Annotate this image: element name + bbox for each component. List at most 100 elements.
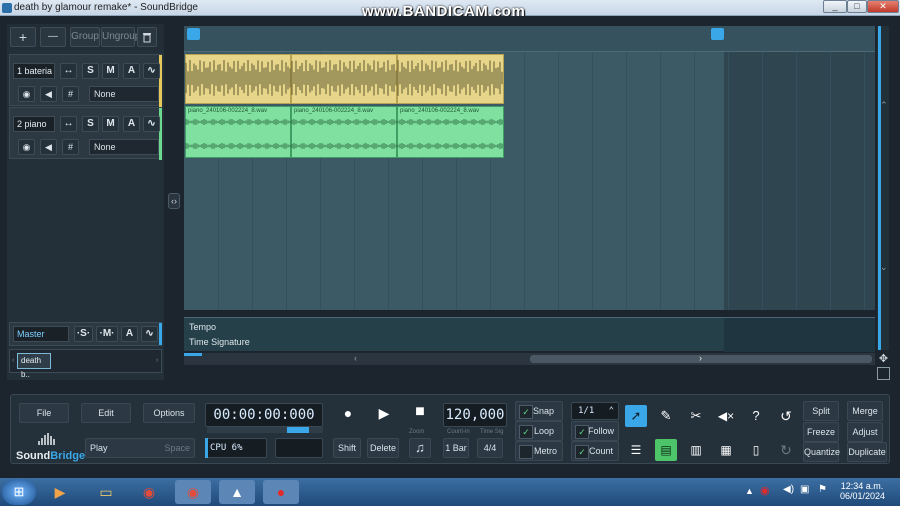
action-center-icon[interactable]: ⚑ — [818, 484, 827, 495]
loop-toggle[interactable]: ✓ Loop — [515, 421, 563, 441]
shift-button[interactable]: Shift — [333, 438, 361, 458]
scroll-up-icon[interactable]: ⌃ — [880, 100, 888, 111]
automation-icon[interactable]: ∿ — [143, 63, 160, 79]
effects-icon[interactable]: # — [62, 86, 79, 102]
count-in-button[interactable]: 1 Bar — [443, 438, 469, 458]
solo-button[interactable]: S — [82, 63, 99, 79]
horizontal-scrollbar[interactable]: ‹ › — [184, 353, 875, 365]
group-button[interactable]: Group — [70, 27, 100, 47]
time-signature-lane-label[interactable]: Time Signature — [189, 337, 250, 347]
track-name[interactable]: 1 bateria — [13, 63, 55, 79]
close-button[interactable]: ✕ — [867, 0, 899, 13]
vertical-scrollbar[interactable]: ⌃ ⌄ — [877, 26, 889, 350]
count-toggle[interactable]: ✓ Count — [571, 441, 619, 461]
remove-track-button[interactable]: — — [40, 27, 66, 47]
clock[interactable]: 12:34 a.m. 06/01/2024 — [840, 481, 885, 501]
quantize-button[interactable]: Quantize — [803, 442, 840, 462]
stop-icon[interactable]: ■ — [409, 403, 431, 425]
input-select[interactable]: None — [89, 86, 159, 102]
network-icon[interactable]: ▣ — [800, 484, 809, 495]
options-menu-button[interactable]: Options — [143, 403, 195, 423]
stretch-icon[interactable]: ↔ — [60, 116, 77, 132]
automation-icon[interactable]: ∿ — [141, 326, 158, 342]
mute-button[interactable]: M — [102, 116, 119, 132]
merge-button[interactable]: Merge — [847, 401, 883, 421]
trash-icon[interactable] — [137, 27, 157, 47]
snap-toggle[interactable]: ✓ Snap — [515, 401, 563, 421]
time-sig-button[interactable]: 4/4 — [477, 438, 503, 458]
bandicam-taskbar-icon[interactable]: ● — [263, 480, 299, 504]
fit-view-icon[interactable] — [877, 367, 890, 380]
time-display[interactable]: 00:00:00:000 — [205, 403, 323, 427]
solo-button[interactable]: S — [82, 116, 99, 132]
record-enable-icon[interactable]: ◉ — [18, 86, 35, 102]
scissors-tool-icon[interactable]: ✂ — [685, 405, 707, 427]
freeze-button[interactable]: Freeze — [803, 422, 839, 442]
scroll-right-icon[interactable]: › — [156, 357, 158, 364]
media-player-icon[interactable]: ▶ — [42, 480, 78, 504]
mute-button[interactable]: M — [102, 63, 119, 79]
move-icon[interactable]: ✥ — [877, 352, 890, 365]
ungroup-button[interactable]: Ungroup — [101, 27, 140, 47]
chrome-icon[interactable]: ◉ — [175, 480, 211, 504]
mixer-view-icon[interactable]: ▥ — [685, 439, 707, 461]
record-enable-icon[interactable]: ◉ — [18, 139, 35, 155]
mute-tool-icon[interactable]: ◀× — [715, 405, 737, 427]
scroll-thumb[interactable] — [878, 26, 881, 350]
scroll-left-icon[interactable]: ‹ — [12, 357, 14, 364]
scroll-right-icon[interactable]: › — [699, 353, 702, 363]
redo-icon[interactable]: ↻ — [775, 439, 797, 461]
automation-icon[interactable]: ∿ — [143, 116, 160, 132]
track-list-icon[interactable]: ☰ — [625, 439, 647, 461]
solo-button[interactable]: ·S· — [74, 326, 93, 342]
delete-button[interactable]: Delete — [367, 438, 399, 458]
metronome-toggle[interactable]: Metro — [515, 441, 563, 461]
start-button-icon[interactable]: ⊞ — [2, 479, 36, 505]
add-track-button[interactable]: + — [10, 27, 36, 47]
volume-icon[interactable]: ◀) — [783, 484, 794, 495]
device-icon[interactable]: ▯ — [745, 439, 767, 461]
adjust-button[interactable]: Adjust — [847, 422, 883, 442]
duplicate-button[interactable]: Duplicate — [847, 442, 887, 462]
track-header[interactable]: 2 piano ↔ S M A ∿ ◉ ◀ # None — [9, 107, 162, 160]
follow-toggle[interactable]: ✓ Follow — [571, 421, 619, 441]
arrange-view[interactable]: piano_240106-002224_8.wav piano_240106-0… — [184, 26, 875, 310]
arm-button[interactable]: A — [123, 63, 140, 79]
effects-icon[interactable]: # — [62, 139, 79, 155]
master-track[interactable]: Master ·S· ·M· A ∿ — [9, 322, 162, 346]
minimize-button[interactable]: _ — [823, 0, 847, 13]
tempo-display[interactable]: 120,000 — [443, 403, 507, 427]
tray-record-icon[interactable]: ◉ — [760, 484, 770, 497]
tempo-lane-label[interactable]: Tempo — [189, 322, 216, 332]
undo-icon[interactable]: ↺ — [775, 405, 797, 427]
piano-roll-icon[interactable]: ▦ — [715, 439, 737, 461]
arm-button[interactable]: A — [121, 326, 138, 342]
scroll-down-icon[interactable]: ⌄ — [880, 262, 888, 273]
record-icon[interactable]: ● — [337, 405, 359, 427]
pencil-tool-icon[interactable]: ✎ — [655, 405, 677, 427]
scroll-left-icon[interactable]: ‹ — [354, 353, 357, 363]
track-header[interactable]: 1 bateria ↔ S M A ∿ ◉ ◀ # None — [9, 54, 162, 107]
project-tab[interactable]: death b.. — [17, 353, 51, 379]
quantize-select[interactable]: 1/1 ⌃ — [571, 402, 619, 420]
split-button[interactable]: Split — [803, 401, 839, 421]
music-note-icon[interactable]: ♫ — [409, 438, 431, 458]
stretch-icon[interactable]: ↔ — [60, 63, 77, 79]
pointer-tool-icon[interactable]: ➚ — [625, 405, 647, 427]
soundbridge-taskbar-icon[interactable]: ▲ — [219, 480, 255, 504]
arrange-view-icon[interactable]: ▤ — [655, 439, 677, 461]
monitor-icon[interactable]: ◀ — [40, 139, 57, 155]
help-icon[interactable]: ? — [745, 405, 767, 427]
mute-button[interactable]: ·M· — [96, 326, 118, 342]
arm-button[interactable]: A — [123, 116, 140, 132]
chrome-icon[interactable]: ◉ — [131, 480, 167, 504]
tray-expand-icon[interactable]: ▲ — [745, 486, 754, 496]
input-select[interactable]: None — [89, 139, 159, 155]
track-name[interactable]: 2 piano — [13, 116, 55, 132]
edit-menu-button[interactable]: Edit — [81, 403, 131, 423]
play-mode-select[interactable]: Play Space — [85, 438, 195, 458]
play-icon[interactable]: ▶ — [373, 405, 395, 427]
maximize-button[interactable]: □ — [847, 0, 867, 13]
file-menu-button[interactable]: File — [19, 403, 69, 423]
monitor-icon[interactable]: ◀ — [40, 86, 57, 102]
